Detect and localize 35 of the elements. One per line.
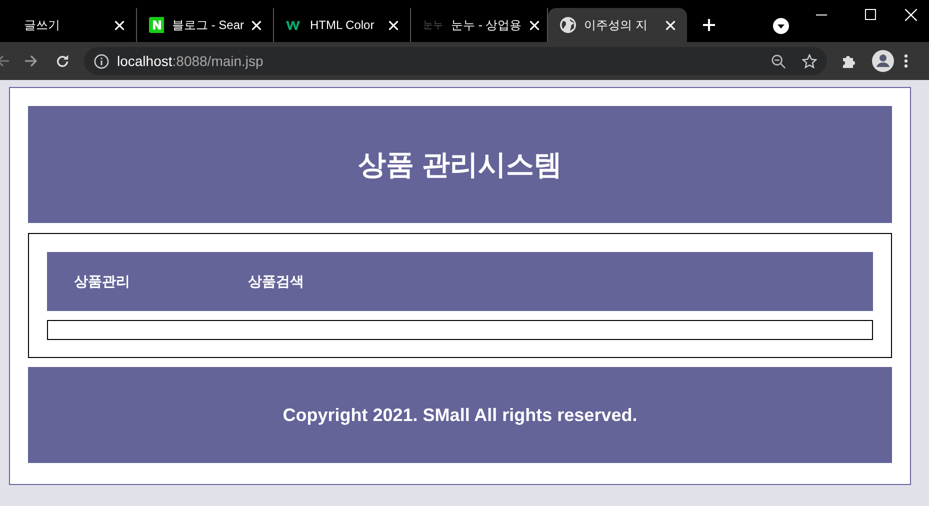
tab-title: 글쓰기 — [24, 17, 60, 34]
new-tab-icon[interactable] — [703, 19, 715, 31]
nav-link[interactable]: 상품관리 — [74, 271, 130, 292]
puzzle-icon[interactable] — [841, 53, 857, 69]
forward-icon[interactable] — [24, 54, 38, 68]
nav-link[interactable]: 상품검색 — [248, 271, 304, 292]
close-icon[interactable] — [389, 20, 398, 30]
minimize-icon[interactable] — [816, 14, 827, 16]
close-icon[interactable] — [530, 20, 539, 30]
w-logo-icon — [286, 18, 302, 32]
close-icon[interactable] — [252, 20, 261, 30]
zoom-icon[interactable] — [771, 54, 786, 68]
avatar-icon[interactable] — [872, 50, 894, 72]
back-icon[interactable] — [0, 54, 10, 68]
favicon-text: 눈누 — [423, 18, 443, 32]
close-icon[interactable] — [666, 20, 675, 30]
copyright-text: Copyright 2021. SMall All rights reserved. — [282, 404, 638, 427]
tab-title: HTML Color — [310, 17, 374, 34]
browser-tab[interactable]: 이주성의 지 — [548, 8, 687, 42]
menu-icon[interactable] — [904, 54, 908, 68]
n-logo-icon — [149, 17, 164, 33]
tab-title: 블로그 - Sear — [172, 17, 244, 34]
address-bar[interactable]: localhost:8088/main.jsp — [84, 47, 827, 75]
tab-search-icon[interactable] — [773, 18, 789, 34]
page-title: 상품 관리시스템 — [358, 148, 562, 182]
reload-icon[interactable] — [55, 54, 70, 68]
globe-icon — [560, 17, 576, 33]
info-icon — [94, 54, 109, 68]
tab-title: 눈누 - 상업용 — [451, 17, 522, 34]
close-icon[interactable] — [905, 9, 917, 21]
tab-title: 이주성의 지 — [584, 17, 648, 34]
close-icon[interactable] — [115, 20, 124, 30]
maximize-icon[interactable] — [865, 9, 876, 20]
star-icon[interactable] — [802, 54, 817, 68]
url-text: localhost:8088/main.jsp — [117, 52, 264, 71]
